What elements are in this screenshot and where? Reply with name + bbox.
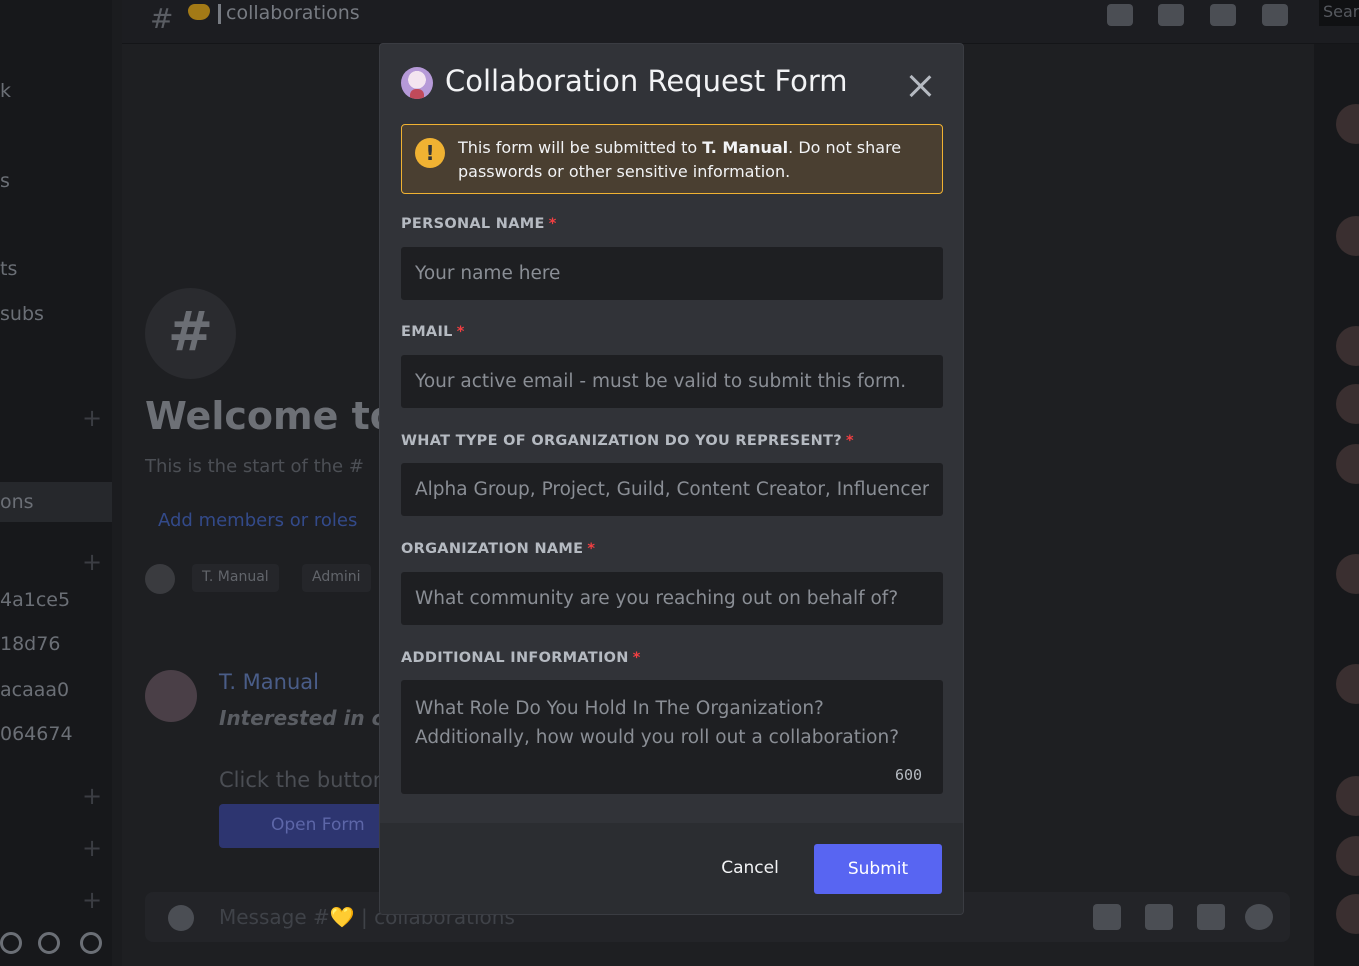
collaboration-form-modal: Collaboration Request Form ! This form w… (379, 43, 964, 915)
character-counter: 600 (895, 766, 923, 784)
organization-type-input[interactable] (401, 463, 943, 516)
close-icon[interactable] (904, 70, 936, 102)
organization-name-label: ORGANIZATION NAME * (401, 541, 596, 557)
bot-avatar (401, 67, 433, 99)
organization-name-input[interactable] (401, 572, 943, 625)
warning-icon: ! (415, 138, 445, 168)
modal-header: Collaboration Request Form (380, 44, 963, 124)
additional-info-label: ADDITIONAL INFORMATION * (401, 650, 641, 666)
personal-name-input[interactable] (401, 247, 943, 300)
email-label: EMAIL * (401, 324, 465, 340)
modal-title: Collaboration Request Form (445, 64, 848, 98)
warning-banner: ! This form will be submitted to T. Manu… (401, 124, 943, 194)
cancel-button[interactable]: Cancel (704, 844, 796, 892)
submit-button[interactable]: Submit (814, 844, 942, 894)
email-input[interactable] (401, 355, 943, 408)
organization-type-label: WHAT TYPE OF ORGANIZATION DO YOU REPRESE… (401, 433, 854, 449)
personal-name-label: PERSONAL NAME * (401, 216, 557, 232)
additional-info-textarea[interactable] (401, 680, 943, 794)
modal-footer: Cancel Submit (380, 823, 963, 914)
warning-recipient: T. Manual (702, 138, 789, 157)
warning-text: This form will be submitted to T. Manual… (458, 138, 902, 181)
